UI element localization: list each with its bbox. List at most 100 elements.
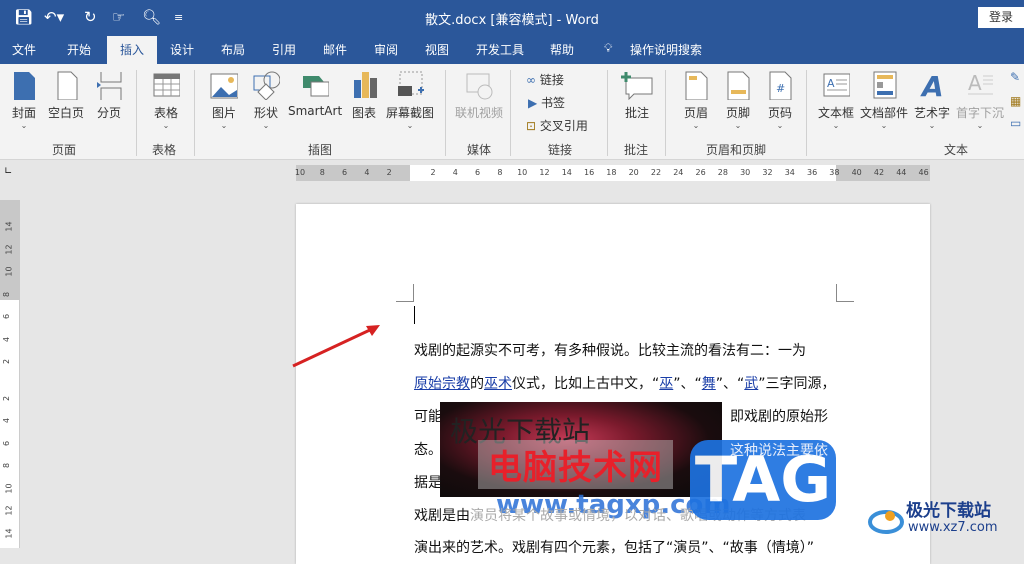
document-page[interactable]: 戏剧的起源实不可考，有多种假说。比较主流的看法有二：一为 原始宗教的巫术仪式，比…: [296, 204, 930, 564]
header-icon: [685, 71, 708, 100]
ruler-number: 12: [539, 168, 550, 177]
ruler-number: 2: [386, 168, 392, 177]
group-label-header-footer: 页眉和页脚: [706, 143, 767, 157]
ruler-number: 22: [650, 168, 662, 177]
link-witchcraft[interactable]: 巫术: [484, 376, 512, 392]
tab-view[interactable]: 视图: [425, 41, 449, 58]
chart-icon: [354, 72, 377, 98]
ribbon-tabs: 文件 开始 插入 设计 布局 引用 邮件 审阅 视图 开发工具 帮助 💡︎ 操作…: [0, 36, 1024, 64]
ruler-number: 4: [452, 168, 458, 177]
cross-reference-button[interactable]: ⊡ 交叉引用: [526, 117, 588, 134]
svg-text:A: A: [827, 77, 835, 90]
aurora-logo-icon: [868, 510, 904, 534]
tab-developer[interactable]: 开发工具: [476, 41, 524, 58]
tab-file[interactable]: 文件: [12, 41, 36, 58]
paragraph-line: 演出来的艺术。戏剧有四个元素，包括了“演员”、“故事（情境）”: [414, 540, 815, 556]
bookmark-button[interactable]: ▶ 书签: [528, 94, 565, 111]
tab-home[interactable]: 开始: [67, 41, 91, 58]
online-video-icon: [466, 73, 493, 100]
paragraph-line: 原始宗教的巫术仪式，比如上古中文，“巫”、“舞”、“武”三字同源，: [414, 376, 836, 392]
smartart-button[interactable]: SmartArt: [288, 70, 342, 118]
tab-selector-icon[interactable]: ∟: [4, 166, 12, 177]
drop-cap-button[interactable]: A 首字下沉 ⌄: [956, 70, 1004, 131]
tab-mailings[interactable]: 邮件: [323, 41, 347, 58]
svg-text:#: #: [776, 82, 785, 95]
group-label-comments: 批注: [624, 143, 649, 157]
ruler-number: 6: [342, 168, 348, 177]
group-label-media: 媒体: [467, 143, 492, 157]
footer-button[interactable]: 页脚 ⌄: [724, 70, 752, 131]
ruler-number: 10: [4, 482, 14, 494]
tab-help[interactable]: 帮助: [550, 41, 574, 58]
divider: [607, 70, 608, 156]
divider: [194, 70, 195, 156]
tell-me-search[interactable]: 操作说明搜索: [630, 41, 702, 58]
header-button[interactable]: 页眉 ⌄: [682, 70, 710, 131]
ruler-number: 6: [2, 440, 12, 446]
horizontal-ruler[interactable]: 10 8 6 4 2 2 4 6 8 10 12 14 16 18 20 22 24 26 28 30 32 34 36 38…: [295, 165, 930, 181]
svg-text:A: A: [968, 71, 982, 95]
ruler-number: 10: [517, 168, 528, 177]
tab-review[interactable]: 审阅: [374, 41, 398, 58]
ruler-number: 24: [673, 168, 684, 177]
pictures-button[interactable]: 图片 ⌄: [210, 70, 238, 131]
ruler-number: 40: [851, 168, 862, 177]
ruler-number: 14: [561, 168, 572, 177]
tab-insert[interactable]: 插入: [107, 36, 158, 64]
ruler-number: 8: [319, 168, 325, 177]
ruler-number: 14: [4, 527, 14, 539]
table-button[interactable]: 表格 ⌄: [152, 70, 180, 131]
text-box-button[interactable]: A 文本框 ⌄: [818, 70, 854, 131]
link-wu[interactable]: 巫: [659, 376, 673, 392]
ruler-number: 12: [4, 505, 14, 516]
margin-corner: [836, 284, 854, 302]
ruler-number: 10: [4, 266, 14, 277]
comment-button[interactable]: 批注: [620, 70, 654, 121]
paragraph-line: 态。: [414, 442, 442, 458]
page-break-button[interactable]: 分页: [95, 70, 123, 121]
bookmark-flag-icon: ▶: [528, 96, 542, 110]
ruler-number: 18: [606, 168, 617, 177]
site-logo: 极光下载站 www.xz7.com: [866, 492, 1024, 548]
shapes-button[interactable]: 形状 ⌄: [252, 70, 280, 131]
tab-layout[interactable]: 布局: [221, 41, 245, 58]
page-number-button[interactable]: # 页码 ⌄: [766, 70, 794, 131]
ruler-number: 8: [2, 291, 12, 297]
new-comment-icon: [621, 72, 653, 100]
tab-design[interactable]: 设计: [170, 41, 194, 58]
blank-page-button[interactable]: 空白页: [48, 70, 84, 121]
wordart-icon: A: [920, 70, 944, 100]
tab-references[interactable]: 引用: [272, 41, 296, 58]
ruler-number: 4: [2, 336, 12, 342]
lightbulb-icon: 💡︎: [604, 41, 613, 55]
smartart-icon: [303, 76, 330, 97]
screenshot-icon: [398, 71, 424, 96]
ruler-number: 26: [695, 168, 706, 177]
text-cursor: [414, 306, 415, 324]
online-video-button[interactable]: 联机视频: [455, 70, 503, 121]
paragraph-line: 据是: [414, 475, 442, 491]
margin-corner: [396, 284, 414, 302]
link-martial[interactable]: 武: [744, 376, 758, 392]
link-button[interactable]: ∞ 链接: [526, 71, 564, 88]
cover-page-button[interactable]: 封面 ⌄: [10, 70, 38, 131]
divider: [445, 70, 446, 156]
ruler-number: 32: [762, 168, 773, 177]
group-label-pages: 页面: [52, 143, 77, 157]
paragraph-line: 这种说法主要依: [730, 443, 828, 459]
chart-button[interactable]: 图表: [350, 70, 378, 121]
vertical-ruler[interactable]: 14 12 10 8 6 4 2 2 4 6 8 10 12 14: [0, 200, 20, 548]
link-primitive-religion[interactable]: 原始宗教: [414, 376, 470, 392]
screenshot-button[interactable]: 屏幕截图 ⌄: [386, 70, 434, 131]
ruler-number: 36: [807, 168, 818, 177]
object-icon[interactable]: ▭: [1010, 116, 1021, 130]
picture-icon: [210, 73, 238, 99]
login-button[interactable]: 登录: [978, 7, 1024, 28]
date-time-icon[interactable]: ▦: [1010, 94, 1021, 108]
quick-parts-button[interactable]: 文档部件 ⌄: [860, 70, 908, 131]
signature-line-icon[interactable]: ✎: [1010, 70, 1020, 84]
group-label-links: 链接: [548, 143, 573, 157]
wordart-button[interactable]: A 艺术字 ⌄: [914, 70, 950, 131]
group-label-text: 文本: [944, 143, 969, 157]
link-dance[interactable]: 舞: [702, 376, 716, 392]
